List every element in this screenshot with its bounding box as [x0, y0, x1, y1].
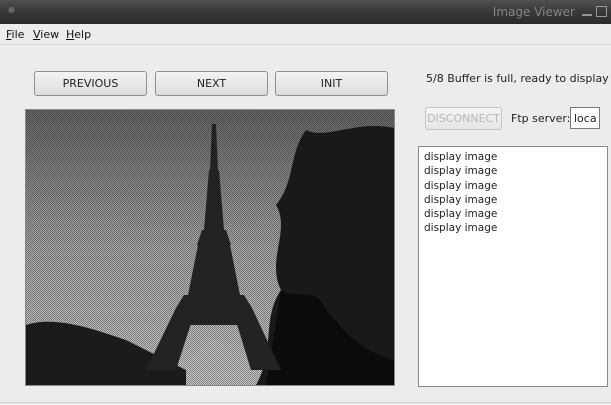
menu-help-label: elp — [74, 28, 92, 41]
disconnect-button[interactable]: DISCONNECT — [425, 107, 502, 130]
minimize-icon[interactable] — [582, 14, 592, 16]
log-line: display image — [424, 179, 498, 192]
menu-view[interactable]: View — [33, 28, 59, 41]
menu-file-label: ile — [11, 28, 25, 41]
window-menu-icon[interactable]: ● — [8, 5, 15, 14]
log-line: display image — [424, 193, 498, 206]
menu-bar: File View Help — [0, 24, 611, 45]
log-area[interactable]: display image display image display imag… — [418, 146, 608, 387]
title-bar: ● Image Viewer — [0, 0, 611, 24]
init-button[interactable]: INIT — [275, 71, 388, 96]
menu-file[interactable]: File — [6, 28, 24, 41]
next-button[interactable]: NEXT — [155, 71, 268, 96]
menu-help[interactable]: Help — [66, 28, 91, 41]
log-line: display image — [424, 165, 498, 178]
status-text: 5/8 Buffer is full, ready to display — [426, 72, 609, 85]
maximize-icon[interactable] — [596, 6, 607, 17]
log-line: display image — [424, 151, 498, 163]
ftp-server-label: Ftp server: — [511, 112, 571, 125]
image-display — [25, 109, 395, 386]
previous-button[interactable]: PREVIOUS — [34, 71, 147, 96]
menu-view-label: iew — [40, 28, 60, 41]
ftp-server-input[interactable] — [570, 107, 600, 129]
eiffel-tower-image — [26, 110, 394, 385]
log-line: display image — [424, 208, 498, 221]
window-title: Image Viewer — [492, 5, 575, 19]
log-line: display image — [424, 222, 498, 235]
status-divider — [0, 402, 611, 403]
